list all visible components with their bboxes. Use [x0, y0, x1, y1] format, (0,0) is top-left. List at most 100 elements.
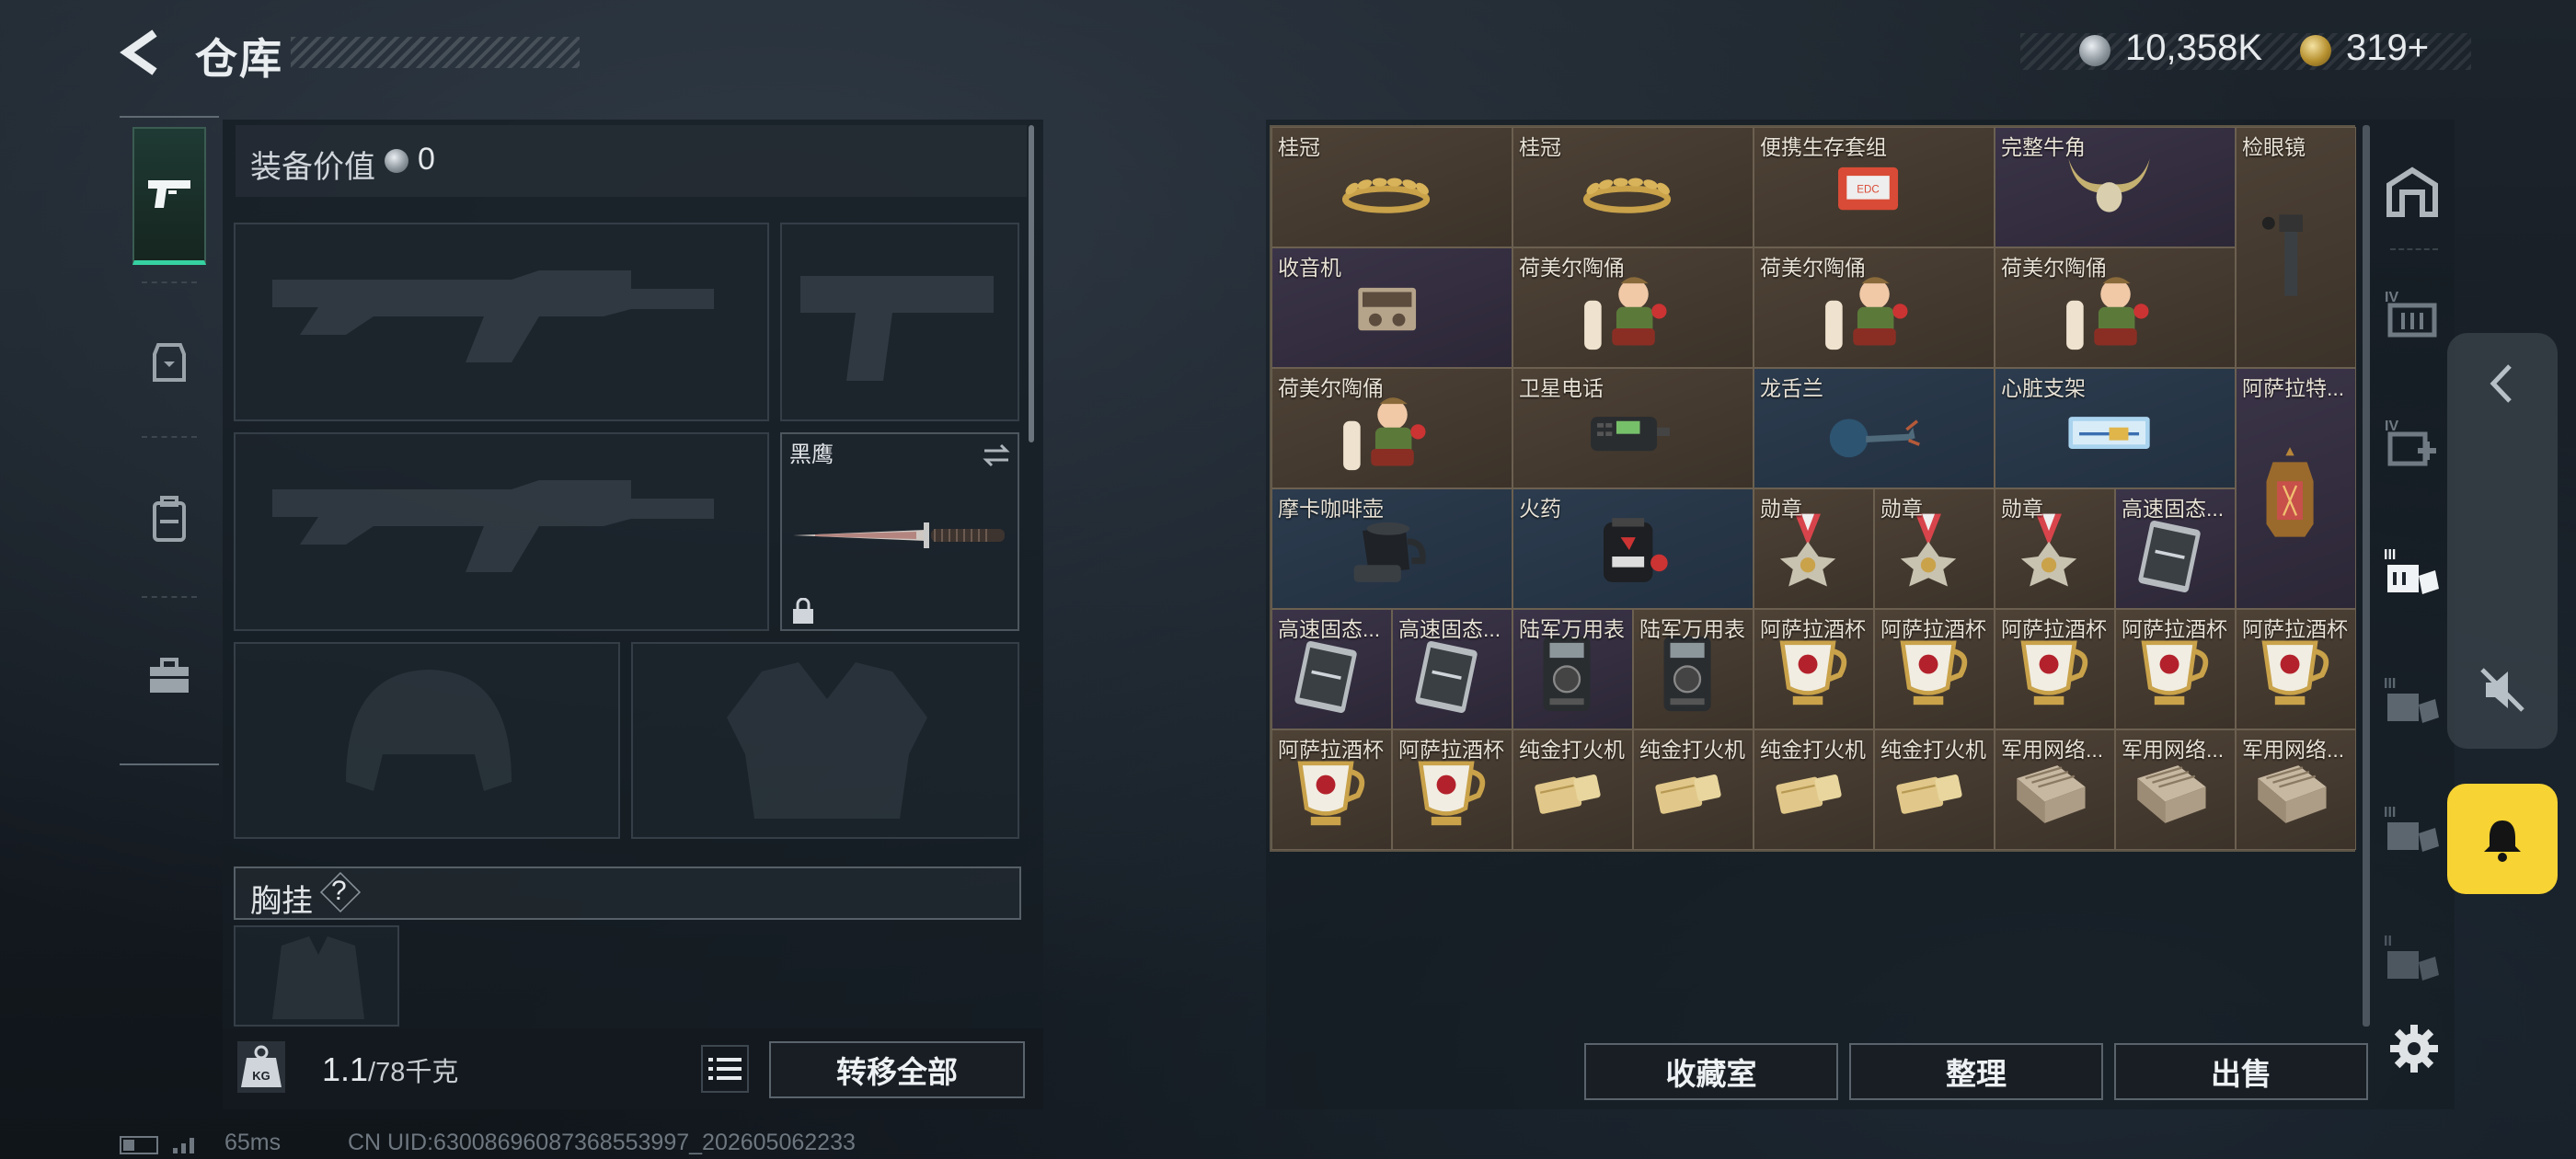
item-label: 陆军万用表	[1639, 617, 1745, 641]
item-label: 纯金打火机	[1760, 738, 1866, 762]
storage-item-gold-lighter[interactable]: 纯金打火机	[1874, 729, 1995, 850]
tab-container-iii-active[interactable]: III	[2375, 534, 2449, 607]
silver-coin-icon	[2079, 35, 2110, 66]
item-label: 阿萨拉酒杯	[1880, 617, 1986, 641]
storage-item-medal[interactable]: 勋章	[1874, 488, 1995, 609]
tab-container-iii-b[interactable]: III	[2375, 662, 2449, 736]
tab-container-iv-plus[interactable]: IV	[2375, 405, 2449, 478]
back-button[interactable]	[118, 28, 164, 77]
tab-all-storage[interactable]	[2375, 155, 2449, 228]
sort-button[interactable]: 整理	[1849, 1043, 2103, 1100]
chest-rig-slot[interactable]	[234, 925, 399, 1027]
item-label: 火药	[1519, 497, 1561, 521]
storage-item-ssd[interactable]: 高速固态...	[1271, 609, 1392, 729]
combat-knife-icon	[793, 522, 1005, 548]
item-label: 阿萨拉酒杯	[1760, 617, 1866, 641]
scrollbar[interactable]	[1029, 125, 1034, 442]
item-label: 桂冠	[1278, 135, 1320, 159]
storage-item-lantern[interactable]: 阿萨拉特...	[2236, 368, 2356, 609]
helmet-slot[interactable]	[234, 642, 620, 839]
storage-item-multimeter[interactable]: 陆军万用表	[1633, 609, 1754, 729]
storage-item-satellite-phone[interactable]: 卫星电话	[1512, 368, 1754, 488]
pistol-silhouette-icon	[800, 276, 994, 381]
storage-item-gold-cup[interactable]: 阿萨拉酒杯	[1271, 729, 1392, 850]
storage-item-moka-pot[interactable]: 摩卡咖啡壶	[1271, 488, 1512, 609]
chest-rig-silhouette-icon	[272, 936, 364, 1019]
storage-item-gold-lighter[interactable]: 纯金打火机	[1512, 729, 1633, 850]
storage-item-heart-stent[interactable]: 心脏支架	[1995, 368, 2236, 488]
storage-item-network-module[interactable]: 军用网络...	[2115, 729, 2236, 850]
container-iii-c-icon: III	[2384, 805, 2439, 852]
storage-item-hummel-figurine[interactable]: 荷美尔陶俑	[1995, 247, 2236, 368]
storage-item-gold-cup[interactable]: 阿萨拉酒杯	[1392, 729, 1512, 850]
storage-item-network-module[interactable]: 军用网络...	[2236, 729, 2356, 850]
collapse-chevron-icon[interactable]	[2480, 357, 2524, 410]
storage-item-medal[interactable]: 勋章	[1995, 488, 2115, 609]
storage-item-network-module[interactable]: 军用网络...	[1995, 729, 2115, 850]
storage-item-gunpowder[interactable]: 火药	[1512, 488, 1754, 609]
tab-container-ii[interactable]: II	[2375, 920, 2449, 993]
gold-amount[interactable]: 319+	[2346, 28, 2429, 69]
lock-icon	[793, 598, 813, 624]
storage-item-ssd[interactable]: 高速固态...	[2115, 488, 2236, 609]
collection-room-button[interactable]: 收藏室	[1584, 1043, 1838, 1100]
mute-icon[interactable]	[2477, 664, 2528, 716]
storage-item-medal[interactable]: 勋章	[1754, 488, 1874, 609]
vest-silhouette-icon	[727, 662, 927, 819]
storage-item-gold-cup[interactable]: 阿萨拉酒杯	[1995, 609, 2115, 729]
storage-item-ophthalmoscope[interactable]: 检眼镜	[2236, 127, 2356, 368]
helmet-bag-icon	[153, 343, 186, 382]
storage-item-hummel-figurine[interactable]: 荷美尔陶俑	[1754, 247, 1995, 368]
primary-weapon-slot[interactable]	[234, 223, 769, 421]
storage-item-gold-cup[interactable]: 阿萨拉酒杯	[2115, 609, 2236, 729]
item-label: 阿萨拉酒杯	[2001, 617, 2107, 641]
storage-item-gold-cup[interactable]: 阿萨拉酒杯	[2236, 609, 2356, 729]
storage-item-bull-horns[interactable]: 完整牛角	[1995, 127, 2236, 247]
swap-icon[interactable]	[981, 442, 1012, 469]
tab-backpack[interactable]	[132, 451, 206, 589]
svg-text:KG: KG	[252, 1069, 270, 1083]
storage-grid: 桂冠 桂冠 EDC 便携生存套组 完整牛角 检眼镜 收音机 荷美尔陶俑 荷美尔陶俑 荷美尔陶俑 荷美…	[1270, 125, 2356, 852]
item-label: 纯金打火机	[1519, 738, 1625, 762]
tab-toolbox[interactable]	[132, 607, 206, 745]
list-view-button[interactable]	[701, 1045, 749, 1093]
pistol-icon	[148, 179, 190, 208]
help-label: ?	[331, 876, 347, 906]
storage-item-agave[interactable]: 龙舌兰	[1754, 368, 1995, 488]
storage-item-gold-lighter[interactable]: 纯金打火机	[1754, 729, 1874, 850]
storage-item-multimeter[interactable]: 陆军万用表	[1512, 609, 1633, 729]
sidearm-slot[interactable]	[780, 223, 1019, 421]
helmet-silhouette-icon	[346, 670, 512, 791]
tab-container-iv[interactable]: IV	[2375, 276, 2449, 350]
storage-item-laurel-crown[interactable]: 桂冠	[1512, 127, 1754, 247]
svg-text:IV: IV	[2385, 290, 2398, 305]
storage-item-gold-cup[interactable]: 阿萨拉酒杯	[1874, 609, 1995, 729]
item-label: 荷美尔陶俑	[1278, 376, 1384, 400]
storage-item-ssd[interactable]: 高速固态...	[1392, 609, 1512, 729]
back-arrow-icon	[120, 29, 157, 75]
armor-slot[interactable]	[631, 642, 1019, 839]
item-label: 荷美尔陶俑	[1519, 256, 1625, 280]
tab-container-iii-c[interactable]: III	[2375, 791, 2449, 865]
storage-item-laurel-crown[interactable]: 桂冠	[1271, 127, 1512, 247]
container-iii-icon: III	[2384, 547, 2439, 594]
sell-button[interactable]: 出售	[2114, 1043, 2368, 1100]
storage-item-hummel-figurine[interactable]: 荷美尔陶俑	[1512, 247, 1754, 368]
storage-item-gold-lighter[interactable]: 纯金打火机	[1633, 729, 1754, 850]
settings-gear-icon[interactable]	[2386, 1021, 2442, 1076]
item-label: 勋章	[1760, 497, 1802, 521]
storage-item-survival-kit[interactable]: EDC 便携生存套组	[1754, 127, 1995, 247]
transfer-all-button[interactable]: 转移全部	[769, 1041, 1025, 1098]
storage-item-radio[interactable]: 收音机	[1271, 247, 1512, 368]
storage-item-gold-cup[interactable]: 阿萨拉酒杯	[1754, 609, 1874, 729]
item-label: 阿萨拉特...	[2242, 376, 2345, 400]
rifle-silhouette-icon	[272, 480, 714, 572]
storage-item-hummel-figurine[interactable]: 荷美尔陶俑	[1271, 368, 1512, 488]
storage-scrollbar[interactable]	[2363, 125, 2370, 1027]
tab-gear[interactable]	[132, 293, 206, 430]
tab-weapons[interactable]	[132, 127, 206, 265]
notification-button[interactable]	[2447, 784, 2558, 894]
secondary-weapon-slot[interactable]	[234, 432, 769, 631]
item-label: 高速固态...	[1398, 617, 1501, 641]
melee-slot[interactable]: 黑鹰	[780, 432, 1019, 631]
